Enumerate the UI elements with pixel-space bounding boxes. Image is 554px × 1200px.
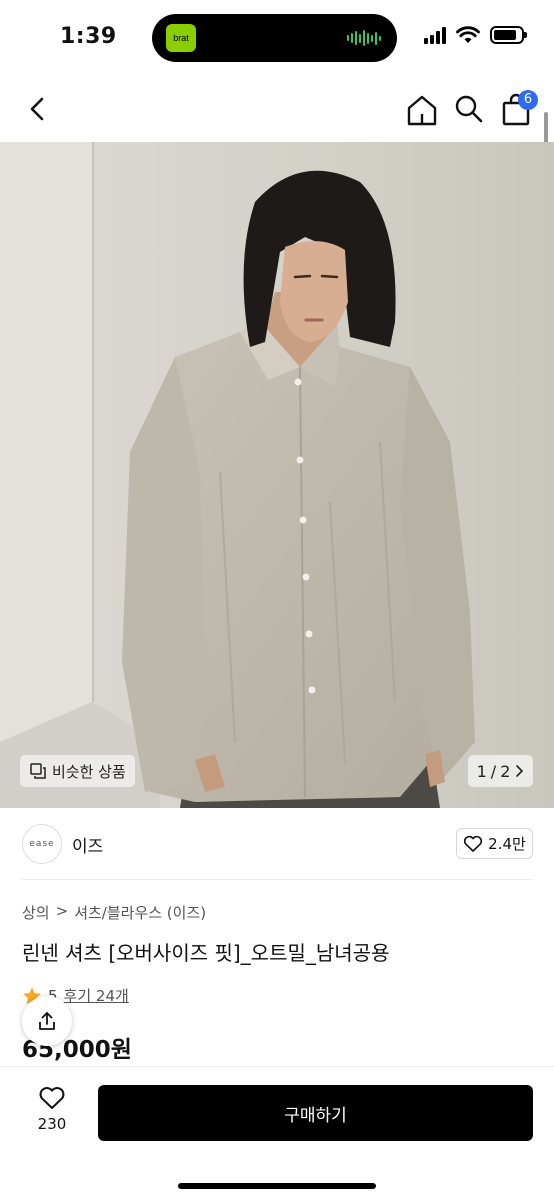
island-app-icon: brat — [166, 24, 196, 52]
image-pager[interactable]: 1 / 2 — [468, 755, 533, 787]
similar-products-icon — [30, 763, 46, 779]
brand-like-count: 2.4만 — [488, 835, 526, 853]
product-image[interactable]: 비슷한 상품 1 / 2 — [0, 142, 554, 808]
status-time: 1:39 — [60, 24, 117, 49]
pager-current: 1 — [476, 761, 487, 781]
breadcrumb-separator: > — [55, 902, 69, 920]
audio-wave-icon — [347, 30, 381, 46]
share-icon — [39, 1012, 55, 1030]
buy-button[interactable]: 구매하기 — [98, 1085, 533, 1141]
similar-products-button[interactable]: 비슷한 상품 — [20, 755, 135, 787]
dynamic-island[interactable]: brat — [152, 14, 397, 62]
wifi-icon — [456, 26, 480, 43]
home-indicator — [178, 1183, 376, 1189]
cellular-signal-icon — [424, 26, 446, 44]
search-icon[interactable] — [452, 92, 486, 126]
pager-separator: / — [490, 761, 497, 781]
heart-icon — [39, 1087, 65, 1109]
cart-button[interactable]: 6 — [500, 90, 538, 128]
brand-logo[interactable]: ease — [22, 824, 62, 864]
brand-like-button[interactable]: 2.4만 — [456, 828, 533, 859]
product-photo — [0, 142, 554, 808]
breadcrumb: 상의 > 셔츠/블라우스 (이즈) — [22, 902, 206, 923]
chevron-right-icon — [516, 765, 524, 777]
wishlist-count: 230 — [37, 1115, 67, 1133]
bottom-action-bar: 230 구매하기 — [0, 1066, 554, 1200]
similar-products-label: 비슷한 상품 — [52, 762, 126, 781]
top-nav-bar: 6 — [0, 76, 554, 142]
heart-icon — [464, 835, 483, 852]
home-icon[interactable] — [404, 92, 440, 128]
breadcrumb-subcategory[interactable]: 셔츠/블라우스 (이즈) — [74, 902, 206, 923]
share-button[interactable] — [22, 996, 72, 1046]
cart-count-badge: 6 — [518, 90, 538, 110]
status-icons — [424, 26, 527, 44]
brand-row: ease 이즈 2.4만 — [0, 808, 554, 880]
breadcrumb-category[interactable]: 상의 — [22, 902, 50, 923]
pager-total: 2 — [500, 761, 511, 781]
wishlist-button[interactable]: 230 — [26, 1085, 78, 1145]
review-count-link[interactable]: 후기 24개 — [64, 985, 129, 1006]
product-title: 린넨 셔츠 [오버사이즈 핏]_오트밀_남녀공용 — [22, 941, 390, 965]
status-bar: 1:39 brat — [0, 0, 554, 76]
divider — [22, 879, 532, 880]
battery-icon — [490, 26, 527, 44]
brand-name[interactable]: 이즈 — [72, 832, 103, 857]
back-arrow-icon[interactable] — [22, 90, 56, 128]
